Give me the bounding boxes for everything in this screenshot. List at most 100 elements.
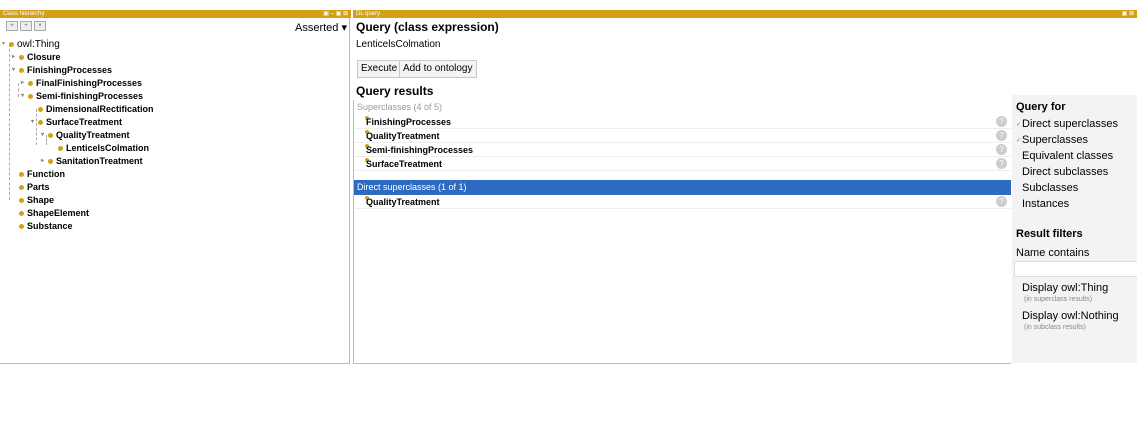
class-dot-icon	[58, 146, 63, 152]
class-dot-icon	[19, 198, 24, 204]
tree-node-label: ShapeElement	[27, 208, 90, 218]
result-row[interactable]: SurfaceTreatment?	[354, 157, 1011, 171]
dl-query-title-bar: DL query ▣ ⊠	[353, 10, 1137, 18]
class-dot-icon	[38, 107, 43, 113]
class-expression-input[interactable]: LenticelsColmation	[353, 36, 1012, 54]
asserted-dropdown[interactable]: Asserted ▾	[295, 21, 347, 34]
result-row[interactable]: FinishingProcesses?	[354, 115, 1011, 129]
tree-node[interactable]: Substance	[12, 220, 73, 233]
result-filters-header: Result filters	[1016, 228, 1083, 240]
tree-node[interactable]: ▸ Closure	[12, 51, 61, 64]
tree-node-label: FinalFinishingProcesses	[36, 78, 143, 88]
tree-node[interactable]: ▾ Semi-finishingProcesses	[21, 90, 143, 103]
tree-node-label: Parts	[27, 182, 50, 192]
class-dot-icon	[38, 120, 43, 126]
class-dot-icon	[28, 94, 33, 100]
hierarchy-toolbar: + + ×	[6, 21, 46, 31]
option-label: Equivalent classes	[1022, 150, 1114, 162]
class-dot-icon	[9, 42, 14, 47]
display-owl-nothing-hint: (in subclass results)	[1024, 324, 1086, 331]
option-label: Superclasses	[1022, 134, 1089, 146]
window-controls[interactable]: ▣ – ▣ ⊠	[323, 10, 348, 18]
class-dot-icon	[19, 55, 24, 61]
tree-node[interactable]: ▾ SurfaceTreatment	[31, 116, 122, 129]
option-label: Direct subclasses	[1022, 166, 1109, 178]
add-to-ontology-button[interactable]: Add to ontology	[399, 60, 477, 78]
superclasses-section-title[interactable]: Superclasses (4 of 5)	[354, 100, 1011, 115]
result-label: QualityTreatment	[366, 131, 440, 141]
expand-icon[interactable]: ▾	[31, 116, 38, 129]
display-owl-thing-checkbox[interactable]: Display owl:Thing	[1016, 282, 1108, 294]
delete-class-icon[interactable]: ×	[34, 21, 46, 31]
name-contains-label: Name contains	[1016, 247, 1090, 259]
question-icon[interactable]: ?	[996, 196, 1007, 207]
asserted-label: Asserted	[294, 22, 339, 34]
result-label: QualityTreatment	[366, 197, 440, 207]
expand-icon[interactable]: ▸	[41, 155, 48, 168]
query-results-panel: Superclasses (4 of 5) FinishingProcesses…	[353, 100, 1011, 364]
dl-query-title: DL query	[356, 11, 381, 17]
option-subclasses[interactable]: Subclasses	[1016, 182, 1078, 194]
tree-node-label: Function	[27, 169, 65, 179]
tree-node[interactable]: ShapeElement	[12, 207, 89, 220]
expand-icon[interactable]: ▾	[21, 90, 28, 103]
expand-icon[interactable]: ▾	[12, 64, 19, 77]
option-instances[interactable]: Instances	[1016, 198, 1069, 210]
result-label: SurfaceTreatment	[366, 159, 443, 169]
query-results-header: Query results	[356, 84, 434, 98]
question-icon[interactable]: ?	[996, 130, 1007, 141]
result-row[interactable]: QualityTreatment?	[354, 195, 1011, 209]
option-superclasses[interactable]: ✓Superclasses	[1016, 134, 1088, 146]
tree-node-label: Shape	[27, 195, 55, 205]
tree-node[interactable]: ▸ SanitationTreatment	[41, 155, 143, 168]
expand-icon[interactable]: ▾	[2, 38, 9, 51]
class-dot-icon	[48, 133, 53, 139]
result-row[interactable]: QualityTreatment?	[354, 129, 1011, 143]
class-dot-icon	[48, 159, 53, 165]
expand-icon[interactable]: ▾	[41, 129, 48, 142]
tree-node[interactable]: ▸ FinalFinishingProcesses	[21, 77, 142, 90]
add-subclass-icon[interactable]: +	[6, 21, 18, 31]
tree-node[interactable]: DimensionalRectification	[31, 103, 154, 116]
tree-node-label: Semi-finishingProcesses	[36, 91, 144, 101]
result-label: Semi-finishingProcesses	[366, 145, 474, 155]
option-direct-subclasses[interactable]: Direct subclasses	[1016, 166, 1108, 178]
tree-node[interactable]: Parts	[12, 181, 50, 194]
tree-guide-line	[18, 83, 19, 97]
tree-node-label: DimensionalRectification	[46, 104, 154, 114]
tree-node[interactable]: Shape	[12, 194, 54, 207]
execute-button[interactable]: Execute	[357, 60, 402, 78]
dropdown-arrow-icon: ▾	[341, 22, 347, 34]
direct-superclasses-section-title[interactable]: Direct superclasses (1 of 1)	[354, 180, 1011, 195]
class-dot-icon	[19, 224, 24, 230]
tree-node-label: Substance	[27, 221, 73, 231]
tree-node[interactable]: Function	[12, 168, 65, 181]
tree-node-label: SurfaceTreatment	[46, 117, 123, 127]
tree-node-label: LenticelsColmation	[66, 143, 150, 153]
query-options-panel: Query for ✓Direct superclasses ✓Supercla…	[1012, 95, 1137, 363]
window-controls[interactable]: ▣ ⊠	[1122, 10, 1134, 18]
display-owl-nothing-checkbox[interactable]: Display owl:Nothing	[1016, 310, 1119, 322]
expand-icon[interactable]: ▸	[12, 51, 19, 64]
question-icon[interactable]: ?	[996, 116, 1007, 127]
query-header: Query (class expression)	[356, 20, 499, 34]
question-icon[interactable]: ?	[996, 158, 1007, 169]
tree-node[interactable]: LenticelsColmation	[51, 142, 149, 155]
tree-node-label: FinishingProcesses	[27, 65, 113, 75]
add-sibling-icon[interactable]: +	[20, 21, 32, 31]
option-equivalent-classes[interactable]: Equivalent classes	[1016, 150, 1113, 162]
tree-node[interactable]: ▾ owl:Thing	[2, 38, 60, 51]
name-contains-input[interactable]	[1014, 261, 1137, 277]
class-dot-icon	[19, 185, 24, 191]
class-hierarchy-panel: + + × Asserted ▾ ▾ owl:Thing ▸ Closure ▾ Fi…	[0, 18, 350, 364]
expand-icon[interactable]: ▸	[21, 77, 28, 90]
question-icon[interactable]: ?	[996, 144, 1007, 155]
result-row[interactable]: Semi-finishingProcesses?	[354, 143, 1011, 157]
tree-node-label: owl:Thing	[17, 39, 60, 51]
option-label: Display owl:Nothing	[1022, 310, 1119, 322]
class-dot-icon	[19, 211, 24, 217]
tree-node[interactable]: ▾ QualityTreatment	[41, 129, 130, 142]
option-direct-superclasses[interactable]: ✓Direct superclasses	[1016, 118, 1118, 130]
tree-node[interactable]: ▾ FinishingProcesses	[12, 64, 112, 77]
option-label: Display owl:Thing	[1022, 282, 1109, 294]
